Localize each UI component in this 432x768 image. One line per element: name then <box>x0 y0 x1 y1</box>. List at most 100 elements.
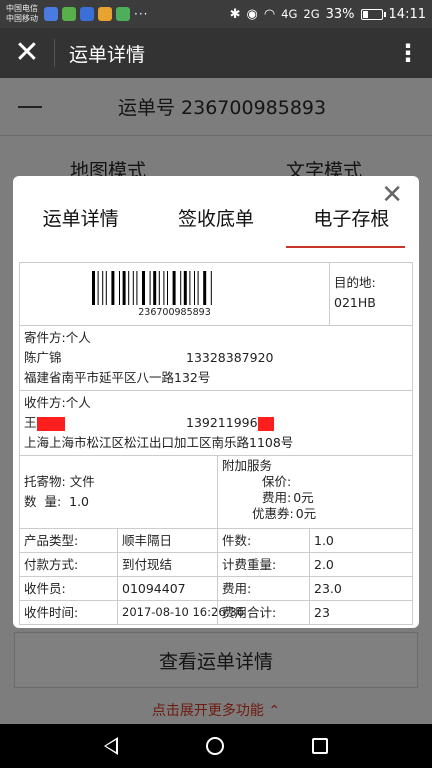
app-icon-3 <box>80 7 94 21</box>
redaction-mark <box>257 416 274 431</box>
notification-icons <box>44 7 130 21</box>
app-icon-5 <box>116 7 130 21</box>
fee-value: 0元 <box>293 490 314 505</box>
back-icon[interactable] <box>104 737 118 755</box>
expand-more-link[interactable]: 点击展开更多功能 ⌃ <box>0 700 432 720</box>
qty-label: 数 量: <box>24 494 62 509</box>
barcode-bar <box>97 270 99 305</box>
barcode-row: 236700985893 目的地: 021HB <box>20 263 412 326</box>
modal-tabs: 运单详情 签收底单 电子存根 <box>13 196 419 248</box>
barcode-bar <box>110 270 114 305</box>
carrier-2: 中国移动 <box>6 14 38 23</box>
sender-row: 寄件方:个人 陈广锦 13328387920 福建省南平市延平区八一路132号 <box>20 326 412 391</box>
receiver-phone: 139211996 <box>186 415 258 430</box>
battery-icon <box>360 8 386 20</box>
view-waybill-detail-button[interactable]: 查看运单详情 <box>14 632 418 688</box>
goods-label: 托寄物: <box>24 474 66 489</box>
tab-waybill-detail[interactable]: 运单详情 <box>13 196 148 248</box>
receiver-label: 收件方: <box>24 395 66 410</box>
courier-label: 收件员: <box>20 577 118 600</box>
sender-info: 寄件方:个人 陈广锦 13328387920 福建省南平市延平区八一路132号 <box>20 326 412 390</box>
receiver-type: 个人 <box>65 395 91 410</box>
barcode-number: 236700985893 <box>138 306 211 318</box>
barcode-bar <box>122 270 126 305</box>
divider <box>54 39 55 67</box>
tab-signed-receipt[interactable]: 签收底单 <box>148 196 283 248</box>
pieces-label: 件数: <box>218 529 310 552</box>
barcode-bar <box>172 270 176 305</box>
barcode-bar <box>141 270 145 305</box>
barcode-bar <box>179 270 181 305</box>
barcode-bar <box>188 270 190 305</box>
barcode-bar <box>152 270 156 305</box>
page-title: 运单详情 <box>69 43 146 66</box>
clock: 14:11 <box>388 6 426 22</box>
home-icon[interactable] <box>206 737 224 755</box>
extra-service-label: 附加服务 <box>222 458 273 473</box>
barcode-bar <box>197 270 199 305</box>
waybill-number: 运单号 236700985893 <box>118 97 327 119</box>
close-icon[interactable]: ✕ <box>0 28 54 78</box>
menu-icon[interactable] <box>18 105 44 108</box>
waybill-header: 运单号 236700985893 <box>0 78 432 136</box>
eye-icon: ◉ <box>246 6 258 22</box>
courier-value: 01094407 <box>118 577 218 600</box>
receiver-address: 上海上海市松江区松江出口加工区南乐路1108号 <box>24 435 294 450</box>
table-row: 收件时间: 2017-08-10 16:26:36 费用合计: 23 <box>20 601 412 624</box>
payment-method-label: 付款方式: <box>20 553 118 576</box>
table-row: 收件员: 01094407 费用: 23.0 <box>20 577 412 601</box>
sender-name: 陈广锦 <box>24 350 62 365</box>
table-row: 产品类型: 顺丰隔日 件数: 1.0 <box>20 529 412 553</box>
electronic-receipt: 236700985893 目的地: 021HB 寄件方:个人 陈广锦 13328… <box>19 262 413 625</box>
pickup-time-label: 收件时间: <box>20 601 118 624</box>
stub-modal: ✕ 运单详情 签收底单 电子存根 236700985893 目的地: 021HB… <box>13 176 419 628</box>
battery-percent: 33% <box>325 6 355 22</box>
fee-label: 费用: <box>262 490 292 505</box>
more-notifications-icon: ··· <box>134 7 149 21</box>
status-bar: 中国电信 中国移动 ··· ✱ ◉ ◠ 4G 2G 33% 14:11 <box>0 0 432 28</box>
carrier-info: 中国电信 中国移动 <box>6 4 38 24</box>
sender-label: 寄件方: <box>24 330 66 345</box>
barcode-bar <box>105 270 107 305</box>
barcode-bar <box>101 270 103 305</box>
barcode-bar <box>118 270 120 305</box>
total-cost-value: 23 <box>314 605 330 620</box>
tab-electronic-stub[interactable]: 电子存根 <box>284 196 419 248</box>
insure-label: 保价: <box>262 474 292 489</box>
goods-info: 托寄物: 文件 数 量: 1.0 <box>20 456 218 528</box>
cost-value: 23.0 <box>314 581 342 596</box>
product-type-value: 顺丰隔日 <box>118 529 218 552</box>
sender-phone: 13328387920 <box>186 350 274 365</box>
receiver-info: 收件方:个人 王 139211996 上海上海市松江区松江出口加工区南乐路110… <box>20 391 412 455</box>
barcode-bar <box>183 270 187 305</box>
barcode-bar <box>193 270 195 305</box>
receiver-row: 收件方:个人 王 139211996 上海上海市松江区松江出口加工区南乐路110… <box>20 391 412 456</box>
app-icon-2 <box>62 7 76 21</box>
barcode-bar <box>135 270 137 305</box>
more-options-icon[interactable]: ⋮ <box>384 28 432 78</box>
app-bar: ✕ 运单详情 ⋮ <box>0 28 432 78</box>
barcode-bar <box>127 270 129 305</box>
qty-value: 1.0 <box>69 494 90 509</box>
cost-label: 费用: <box>218 577 310 600</box>
pickup-time-value: 2017-08-10 16:26:36 <box>118 601 244 624</box>
pieces-value: 1.0 <box>314 533 334 548</box>
carrier-1: 中国电信 <box>6 4 38 13</box>
barcode-bar <box>166 270 168 305</box>
barcode-bar <box>91 270 95 305</box>
wifi-icon: ◠ <box>263 6 276 22</box>
destination-value: 021HB <box>334 295 376 310</box>
payment-method-value: 到付现结 <box>118 553 218 576</box>
barcode-icon <box>91 270 212 305</box>
barcode-bar <box>210 270 212 305</box>
table-row: 付款方式: 到付现结 计费重量: 2.0 <box>20 553 412 577</box>
receiver-name: 王 <box>24 415 37 430</box>
signal-2g-icon: 2G <box>303 7 320 21</box>
barcode-bar <box>149 270 151 305</box>
app-icon-4 <box>98 7 112 21</box>
barcode-bar <box>132 270 134 305</box>
barcode-bar <box>202 270 206 305</box>
recent-apps-icon[interactable] <box>312 738 328 754</box>
coupon-value: 0元 <box>295 506 317 521</box>
system-status: ✱ ◉ ◠ 4G 2G 33% 14:11 <box>230 7 426 22</box>
